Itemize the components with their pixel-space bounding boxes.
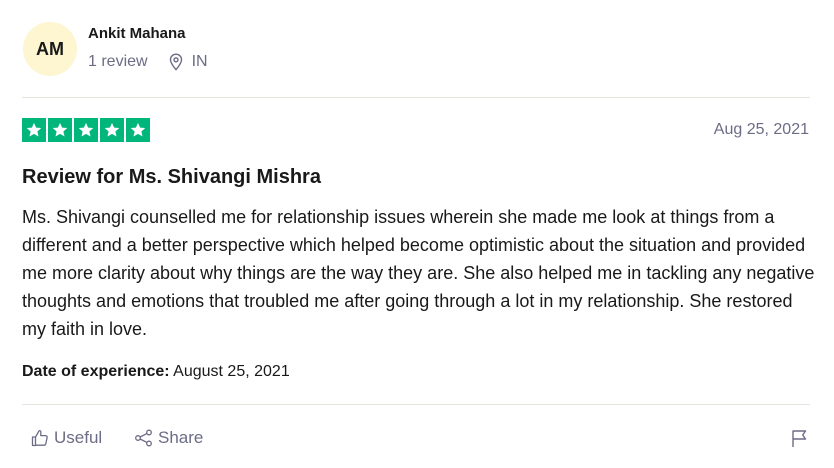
- reviewer-name[interactable]: Ankit Mahana: [88, 25, 186, 42]
- date-of-experience-value: August 25, 2021: [173, 363, 290, 380]
- review-date: Aug 25, 2021: [713, 121, 809, 138]
- avatar[interactable]: AM: [23, 22, 77, 76]
- review-card: AM Ankit Mahana 1 review IN Aug 25, 2021…: [0, 0, 834, 468]
- star-icon: [126, 118, 150, 142]
- review-count: 1 review: [88, 53, 148, 70]
- share-icon: [135, 429, 152, 447]
- share-button[interactable]: Share: [134, 428, 203, 448]
- star-rating: [22, 118, 150, 142]
- star-icon: [74, 118, 98, 142]
- divider: [22, 404, 810, 405]
- useful-button[interactable]: Useful: [31, 428, 102, 448]
- review-title[interactable]: Review for Ms. Shivangi Mishra: [22, 166, 321, 189]
- location-pin-icon: [169, 53, 182, 71]
- share-label: Share: [158, 428, 204, 447]
- date-of-experience: Date of experience: August 25, 2021: [22, 363, 290, 381]
- star-icon: [100, 118, 124, 142]
- useful-label: Useful: [54, 428, 103, 447]
- star-icon: [48, 118, 72, 142]
- reviewer-meta: 1 review IN: [88, 53, 208, 71]
- star-icon: [22, 118, 46, 142]
- divider: [22, 97, 810, 98]
- review-body: Ms. Shivangi counselled me for relations…: [22, 207, 815, 339]
- flag-icon[interactable]: [790, 428, 810, 448]
- reviewer-location: IN: [191, 53, 208, 70]
- date-of-experience-label: Date of experience:: [22, 363, 170, 380]
- thumbs-up-icon: [31, 430, 48, 447]
